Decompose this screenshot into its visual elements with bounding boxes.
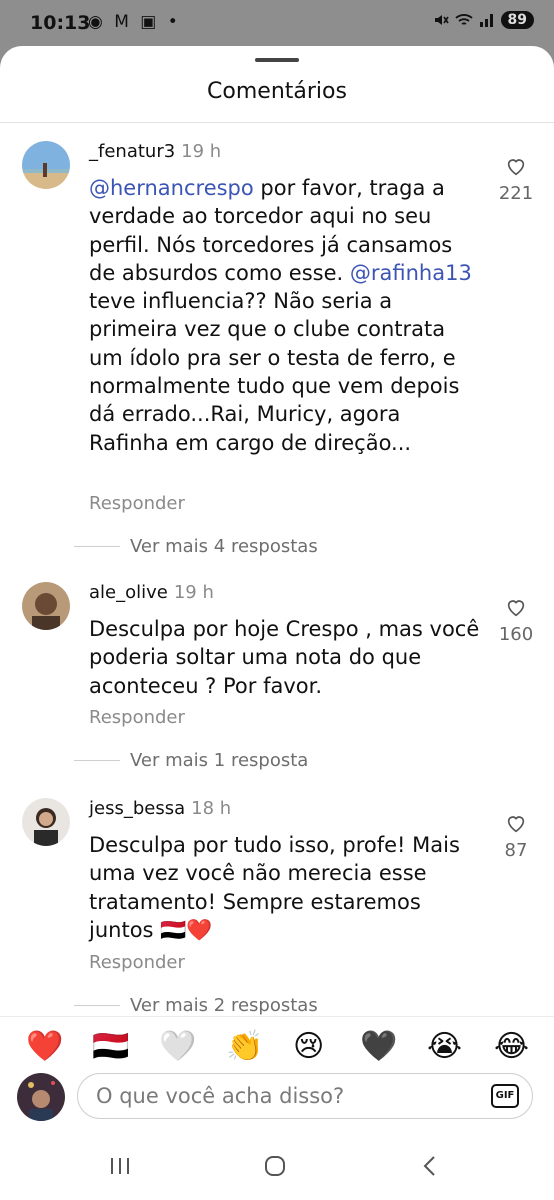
notification-icons: ◉ M ▣ •: [88, 12, 181, 32]
quick-reactions: ❤️ 🇾🇪 🤍 👏 😢 🖤 😭 😂: [0, 1027, 554, 1067]
view-more-replies-label: Ver mais 4 respostas: [130, 536, 318, 557]
header-divider: [0, 122, 554, 123]
replies-line: [74, 546, 120, 547]
reply-button[interactable]: Responder: [89, 707, 185, 728]
mention-link[interactable]: @rafinha13: [350, 261, 472, 285]
reaction-laughing-icon[interactable]: 😂: [494, 1027, 529, 1067]
sheet-title: Comentários: [207, 79, 347, 104]
replies-line: [74, 760, 120, 761]
reaction-black-heart-icon[interactable]: 🖤: [360, 1027, 397, 1067]
my-avatar: [17, 1073, 65, 1121]
like-control[interactable]: 160: [496, 596, 536, 645]
status-bar: 10:13 ◉ M ▣ • 89: [0, 0, 554, 48]
home-icon[interactable]: [255, 1151, 295, 1181]
replies-line: [74, 1005, 120, 1006]
comment-time: 19 h: [181, 141, 222, 162]
heart-icon[interactable]: [505, 155, 527, 177]
view-more-replies[interactable]: Ver mais 2 respostas: [74, 995, 318, 1016]
comments-sheet: Comentários _fenatur3 19 h @hernancrespo …: [0, 46, 554, 1200]
reaction-clap-icon[interactable]: 👏: [226, 1027, 263, 1067]
avatar[interactable]: [22, 798, 70, 846]
reaction-sad-icon[interactable]: 😢: [293, 1027, 324, 1067]
comment-text: @hernancrespo por favor, traga a verdade…: [89, 174, 484, 457]
view-more-replies-label: Ver mais 1 resposta: [130, 750, 309, 771]
comment-text: Desculpa por hoje Crespo , mas você pode…: [89, 617, 480, 698]
comment-time: 19 h: [173, 582, 214, 603]
heart-icon[interactable]: [505, 812, 527, 834]
mention-link[interactable]: @hernancrespo: [89, 176, 254, 200]
heart-icon[interactable]: [505, 596, 527, 618]
mute-icon: [434, 15, 449, 25]
avatar[interactable]: [22, 141, 70, 189]
like-count: 87: [504, 840, 528, 861]
like-control[interactable]: 221: [496, 155, 536, 204]
battery-indicator: 89: [500, 11, 534, 29]
like-count: 221: [498, 183, 534, 204]
view-more-replies[interactable]: Ver mais 4 respostas: [74, 536, 318, 557]
comment-header: _fenatur3 19 h: [89, 141, 221, 162]
reaction-heart-icon[interactable]: ❤️: [26, 1027, 63, 1067]
comment-header: jess_bessa 18 h: [89, 798, 231, 819]
comment-header: ale_olive 19 h: [89, 582, 214, 603]
comment-username[interactable]: _fenatur3: [89, 141, 175, 162]
like-count: 160: [498, 624, 534, 645]
back-icon[interactable]: [410, 1151, 450, 1181]
comment-username[interactable]: ale_olive: [89, 582, 168, 603]
reaction-white-heart-icon[interactable]: 🤍: [159, 1027, 196, 1067]
reaction-flag-icon[interactable]: 🇾🇪: [92, 1027, 129, 1067]
comment-text-part: teve influencia?? Não seria a primeira v…: [89, 289, 460, 455]
like-control[interactable]: 87: [496, 812, 536, 861]
reply-button[interactable]: Responder: [89, 952, 185, 973]
composer-area: ❤️ 🇾🇪 🤍 👏 😢 🖤 😭 😂 O que você acha disso?…: [0, 1016, 554, 1200]
system-nav-bar: [0, 1137, 554, 1195]
reaction-crying-icon[interactable]: 😭: [427, 1027, 462, 1067]
status-time: 10:13: [30, 12, 91, 34]
signal-icon: [479, 14, 493, 27]
view-more-replies-label: Ver mais 2 respostas: [130, 995, 318, 1016]
drag-handle[interactable]: [255, 58, 299, 62]
avatar[interactable]: [22, 582, 70, 630]
reply-button[interactable]: Responder: [89, 493, 185, 514]
recent-apps-icon[interactable]: [100, 1151, 140, 1181]
wifi-icon: [454, 14, 473, 25]
comment-text: Desculpa por tudo isso, profe! Mais uma …: [89, 833, 460, 942]
comment-time: 18 h: [191, 798, 232, 819]
view-more-replies[interactable]: Ver mais 1 resposta: [74, 750, 308, 771]
comment-input-placeholder: O que você acha disso?: [96, 1084, 345, 1108]
comment-input[interactable]: O que você acha disso? GIF: [77, 1073, 533, 1119]
status-right: 89: [433, 11, 534, 29]
comment-input-row: O que você acha disso? GIF: [0, 1073, 554, 1129]
gif-button[interactable]: GIF: [491, 1084, 519, 1108]
comment-username[interactable]: jess_bessa: [89, 798, 185, 819]
